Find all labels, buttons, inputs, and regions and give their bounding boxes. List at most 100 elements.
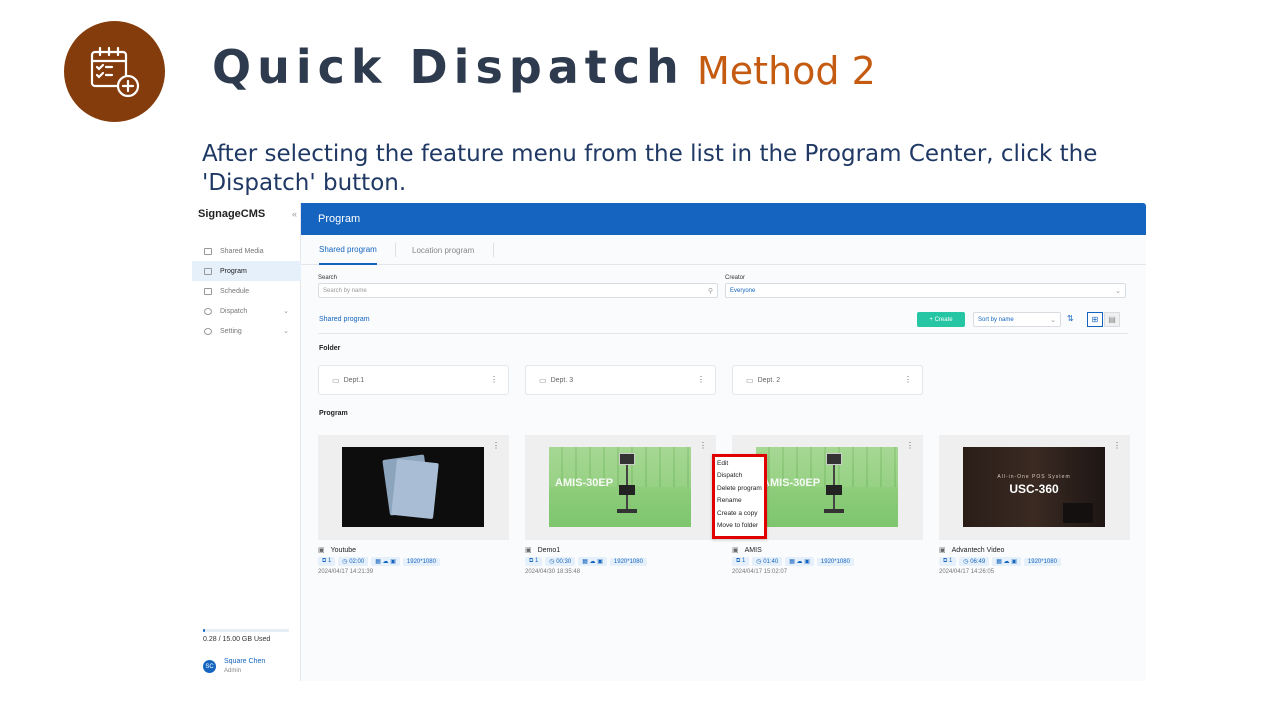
program-name-row: ▣ AMIS [732,546,923,555]
program-name-row: ▣ Youtube [318,546,509,555]
grid-view-button[interactable]: ⊞ [1087,312,1103,327]
program-meta: ⧉ 1 ◷ 06:49 ▦ ☁ ▣ 1920*1080 [939,557,1130,566]
advantech-thumbnail-image: All-in-One POS System USC-360 [963,447,1105,527]
header-bar: Program [301,203,1146,235]
dispatch-icon [204,307,212,315]
more-options-icon[interactable]: ⋮ [492,441,500,450]
more-options-icon[interactable]: ⋮ [697,375,705,384]
list-view-button[interactable]: ▤ [1104,312,1120,327]
avatar[interactable]: SC [203,660,216,673]
collapse-icon[interactable]: « [292,209,297,219]
sidebar-item-label: Setting [220,327,242,335]
program-name-row: ▣ Demo1 [525,546,716,555]
program-icon: ▣ [318,547,325,554]
chevron-down-icon: ⌄ [1050,317,1056,324]
folder-name: Dept.1 [343,376,365,384]
program-icon [204,267,212,275]
user-name[interactable]: Square Chen [224,658,265,665]
amis-thumbnail-image: AMIS-30EP [549,447,691,527]
sidebar-item-label: Dispatch [220,307,248,315]
tab-shared-program[interactable]: Shared program [319,235,377,265]
sidebar-item-shared-media[interactable]: Shared Media [192,241,301,261]
calendar-icon [204,287,212,295]
program-name: AMIS [744,546,762,554]
folder-card[interactable]: ▭ Dept. 2 ⋮ [732,365,923,395]
duration-badge: ◷ 00:30 [545,557,576,566]
creator-select[interactable]: Everyone ⌄ [725,283,1126,298]
sort-select[interactable]: Sort by name ⌄ [973,312,1061,327]
menu-item-edit[interactable]: Edit [715,457,764,470]
pages-badge: ⧉ 1 [939,557,957,566]
search-label: Search [318,275,338,281]
platform-icons: ▦ ☁ ▣ [371,557,400,566]
sidebar-item-label: Schedule [220,287,250,295]
creator-label: Creator [725,275,746,281]
menu-item-rename[interactable]: Rename [715,495,764,508]
resolution-badge: 1920*1080 [816,557,854,566]
duration-badge: ◷ 02:00 [338,557,369,566]
menu-item-create-copy[interactable]: Create a copy [715,507,764,520]
folder-card[interactable]: ▭ Dept.1 ⋮ [318,365,509,395]
create-button[interactable]: + Create [917,312,965,327]
sidebar-item-dispatch[interactable]: Dispatch ⌄ [192,301,301,321]
chevron-down-icon: ⌄ [1115,288,1121,295]
storage-progress-fill [203,629,205,632]
resolution-badge: 1920*1080 [609,557,647,566]
slide-method: Method 2 [697,49,876,93]
tab-bar: Shared program Location program [301,235,1146,265]
list-icon: ▤ [1108,315,1116,324]
program-icon: ▣ [732,547,739,554]
platform-icons: ▦ ☁ ▣ [578,557,607,566]
sidebar-item-program[interactable]: Program [192,261,301,281]
context-menu: Edit Dispatch Delete program Rename Crea… [712,454,767,539]
sort-order-icon[interactable]: ⇅ [1067,314,1074,323]
more-options-icon[interactable]: ⋮ [490,375,498,384]
program-thumbnail[interactable]: All-in-One POS System USC-360 ⋮ [939,435,1130,540]
creator-value: Everyone [730,287,756,294]
more-options-icon[interactable]: ⋮ [699,441,707,450]
menu-item-delete-program[interactable]: Delete program [715,482,764,495]
program-meta: ⧉ 1 ◷ 00:30 ▦ ☁ ▣ 1920*1080 [525,557,716,566]
duration-badge: ◷ 06:49 [959,557,990,566]
program-thumbnail[interactable]: AMIS-30EP ⋮ [525,435,716,540]
program-name: Youtube [330,546,357,554]
storage-progress-bar [203,629,289,632]
youtube-thumbnail-image [342,447,484,527]
program-card[interactable]: All-in-One POS System USC-360 ⋮ ▣ Advant… [939,435,1130,575]
more-options-icon[interactable]: ⋮ [1113,441,1121,450]
page-title: Program [318,213,361,225]
breadcrumb[interactable]: Shared program [319,316,370,323]
program-icon: ▣ [939,547,946,554]
program-name: Demo1 [537,546,561,554]
chevron-down-icon: ⌄ [283,328,289,335]
folder-card[interactable]: ▭ Dept. 3 ⋮ [525,365,716,395]
tab-location-program[interactable]: Location program [412,235,474,265]
sidebar-item-schedule[interactable]: Schedule [192,281,301,301]
user-role: Admin [224,668,242,674]
resolution-badge: 1920*1080 [1023,557,1061,566]
program-card[interactable]: ⋮ ▣ Youtube ⧉ 1 ◷ 02:00 ▦ ☁ ▣ 1920*1080 … [318,435,509,575]
program-card[interactable]: AMIS-30EP ⋮ ▣ Demo1 ⧉ 1 ◷ 00:30 ▦ ☁ ▣ 19… [525,435,716,575]
menu-item-move-to-folder[interactable]: Move to folder [715,520,764,533]
tab-divider [395,243,396,257]
menu-item-dispatch[interactable]: Dispatch [715,470,764,483]
pages-badge: ⧉ 1 [525,557,543,566]
program-name-row: ▣ Advantech Video [939,546,1130,555]
resolution-badge: 1920*1080 [402,557,440,566]
sort-value: Sort by name [978,316,1014,323]
image-icon [204,247,212,255]
calendar-add-icon [90,46,139,97]
more-options-icon[interactable]: ⋮ [904,375,912,384]
program-thumbnail[interactable]: ⋮ [318,435,509,540]
more-options-icon[interactable]: ⋮ [906,441,914,450]
folder-icon: ▭ [539,375,547,385]
program-heading: Program [319,410,348,417]
search-input[interactable]: Search by name ⚲ [318,283,718,298]
sidebar-item-setting[interactable]: Setting ⌄ [192,321,301,341]
program-meta: ⧉ 1 ◷ 01:40 ▦ ☁ ▣ 1920*1080 [732,557,923,566]
duration-badge: ◷ 01:40 [752,557,783,566]
logo-circle [64,21,165,122]
sidebar-item-label: Program [220,267,247,275]
search-placeholder: Search by name [323,287,367,294]
pages-badge: ⧉ 1 [318,557,336,566]
